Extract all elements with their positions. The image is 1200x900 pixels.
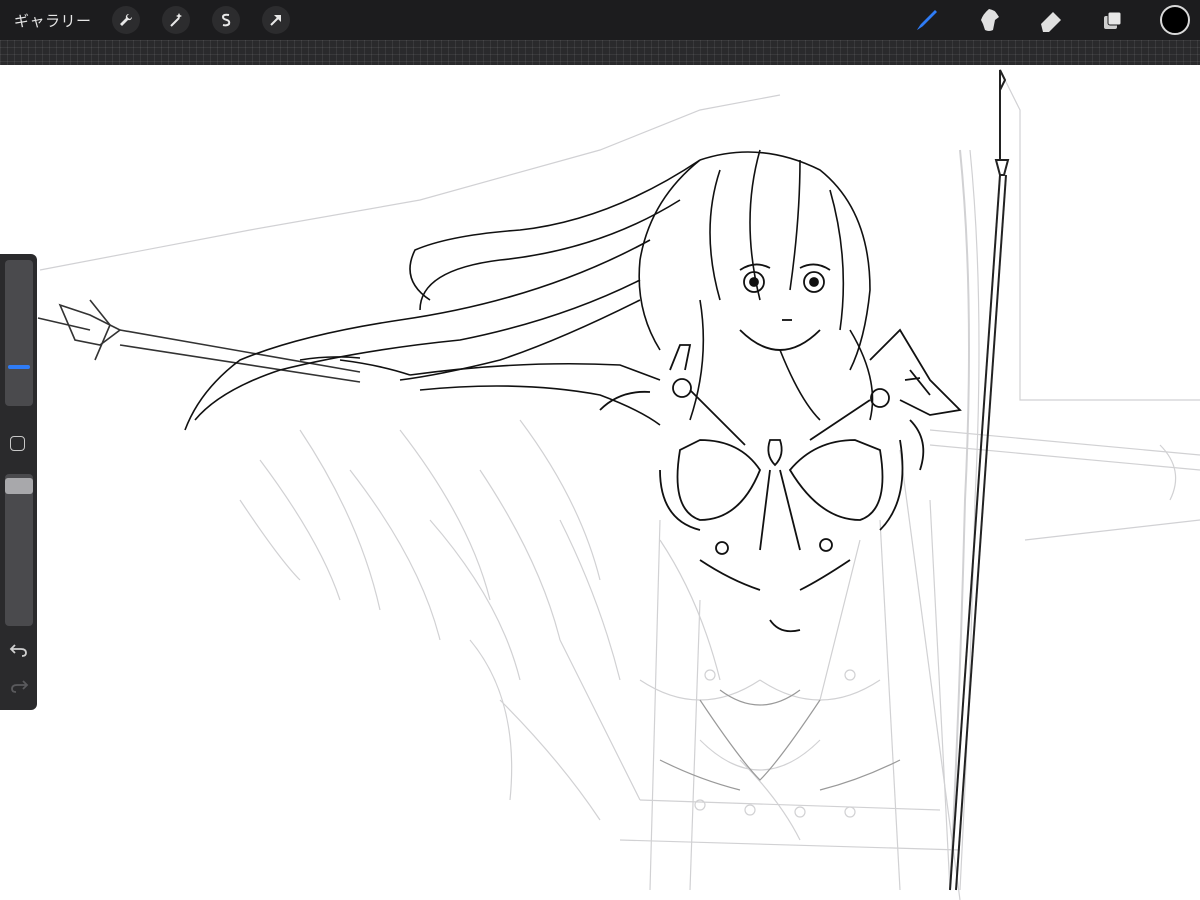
smudge-icon[interactable] xyxy=(974,5,1004,35)
gallery-button[interactable]: ギャラリー xyxy=(14,10,92,31)
line-art-illustration xyxy=(37,69,1200,900)
arm-drawing xyxy=(299,356,661,426)
opacity-thumb[interactable] xyxy=(5,478,33,494)
layers-icon[interactable] xyxy=(1098,5,1128,35)
top-toolbar: ギャラリー xyxy=(0,0,1200,40)
canvas-header-strip xyxy=(0,40,1200,65)
right-tool-group xyxy=(880,0,1192,40)
staff-drawing xyxy=(949,69,1010,891)
drawing-canvas[interactable] xyxy=(0,65,1200,900)
armor-drawing xyxy=(599,328,962,633)
eraser-icon[interactable] xyxy=(1036,5,1066,35)
undo-icon[interactable] xyxy=(9,642,29,658)
left-sidebar xyxy=(0,254,37,710)
brush-size-slider[interactable] xyxy=(5,260,33,406)
transform-arrow-icon[interactable] xyxy=(261,6,290,34)
brush-size-thumb[interactable] xyxy=(5,358,33,376)
brush-icon[interactable] xyxy=(912,5,942,35)
color-picker-swatch[interactable] xyxy=(1160,5,1190,35)
opacity-slider[interactable] xyxy=(5,474,33,626)
adjustments-magic-wand-icon[interactable] xyxy=(161,6,190,34)
pencil-sketch-layer xyxy=(39,69,1200,900)
face-drawing xyxy=(739,263,831,351)
hair-drawing xyxy=(184,149,874,431)
actions-wrench-icon[interactable] xyxy=(111,6,140,34)
spear-left-drawing xyxy=(37,299,361,383)
procreate-app: ギャラリー xyxy=(0,0,1200,900)
left-tool-group xyxy=(92,6,290,34)
redo-icon[interactable] xyxy=(9,678,29,694)
modify-button[interactable] xyxy=(10,436,25,451)
selection-icon[interactable] xyxy=(211,6,240,34)
